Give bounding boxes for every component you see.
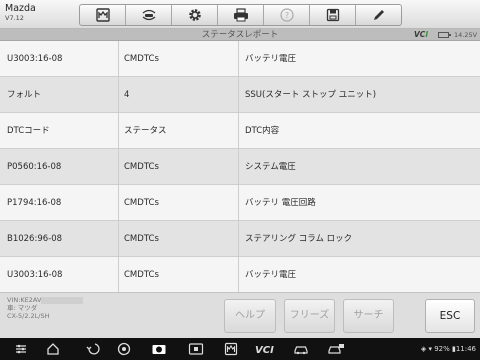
table-row: フォルト 4 SSU(スタート ストップ ユニット) [0, 77, 480, 113]
browser-icon[interactable] [115, 341, 133, 357]
status-report-table: U3003:16-08 CMDTCs バッテリ電圧 フォルト 4 SSU(スター… [0, 41, 480, 292]
table-cell: DTC内容 [245, 126, 280, 136]
save-icon [326, 8, 339, 22]
software-version: V7.12 [5, 14, 24, 22]
print-icon [233, 8, 248, 22]
search-button[interactable]: サーチ [343, 299, 394, 333]
table-cell: システム電圧 [245, 162, 296, 172]
home-button[interactable] [80, 5, 126, 25]
camera-icon[interactable] [150, 341, 168, 357]
table-cell: U3003:16-08 [7, 54, 63, 64]
page-title: ステータスレポート [201, 30, 279, 40]
save-button[interactable] [310, 5, 356, 25]
vci-status: VCI [414, 30, 428, 40]
screen-record-icon[interactable] [187, 341, 205, 357]
home-icon [95, 8, 110, 22]
table-cell: CMDTCs [124, 162, 159, 172]
vin-redacted [41, 296, 84, 304]
table-cell: 4 [124, 90, 130, 100]
table-cell: バッテリ 電圧回路 [245, 198, 316, 208]
table-cell: B1026:96-08 [7, 234, 63, 244]
help-button[interactable]: ヘルプ [224, 299, 276, 333]
car-scan-icon[interactable] [326, 341, 346, 357]
maxisys-icon[interactable] [222, 341, 240, 357]
vehicle-swap-button[interactable] [126, 5, 172, 25]
help-icon: ? [279, 8, 294, 22]
back-icon[interactable] [84, 341, 102, 357]
table-row: U3003:16-08 CMDTCs バッテリ電圧 [0, 41, 480, 77]
esc-button[interactable]: ESC [425, 299, 475, 333]
table-row: U3003:16-08 CMDTCs バッテリ電圧 [0, 257, 480, 292]
vci-icon[interactable]: VCI [254, 341, 278, 357]
table-cell: バッテリ電圧 [245, 54, 297, 64]
vehicle-swap-icon [142, 9, 155, 21]
help-button[interactable]: ? [264, 5, 310, 25]
table-cell: P0560:16-08 [7, 162, 62, 172]
table-cell: U3003:16-08 [7, 270, 63, 280]
table-cell: CMDTCs [124, 270, 159, 280]
table-cell: ステアリング コラム ロック [245, 234, 353, 244]
table-cell: ステータス [124, 126, 167, 136]
vin-label: VIN:KE2AV [7, 296, 42, 304]
system-status: ◈ ▾ 92% ▮11:46 [420, 345, 476, 353]
table-cell: CMDTCs [124, 198, 159, 208]
car-icon[interactable] [292, 341, 310, 357]
edit-button[interactable] [356, 5, 401, 25]
app-window: Mazda V7.12 ? ステータスレポート VCI 14.25V U3003… [0, 0, 480, 360]
edit-pen-icon [373, 10, 384, 20]
table-row: P0560:16-08 CMDTCs システム電圧 [0, 149, 480, 185]
freeze-button[interactable]: フリーズ [284, 299, 335, 333]
column-divider [118, 41, 119, 292]
title-bar: ステータスレポート VCI 14.25V [0, 29, 480, 41]
vehicle-info: VIN:KE2AV 車: マツダ CX-5/2.2L/SH [7, 296, 84, 320]
bottom-action-bar: VIN:KE2AV 車: マツダ CX-5/2.2L/SH ヘルプ フリーズ サ… [0, 292, 480, 338]
battery-icon [438, 32, 451, 38]
table-cell: SSU(スタート ストップ ユニット) [245, 90, 377, 100]
table-cell: CMDTCs [124, 234, 159, 244]
battery-voltage: 14.25V [454, 31, 478, 39]
svg-text:VCI: VCI [255, 345, 274, 355]
top-toolbar: ? [79, 4, 402, 26]
brand-block: Mazda V7.12 [5, 3, 36, 23]
table-cell: P1794:16-08 [7, 198, 62, 208]
table-cell: フォルト [7, 90, 42, 100]
table-cell: CMDTCs [124, 54, 159, 64]
vci-connected-mark: I [425, 30, 429, 39]
table-cell: バッテリ電圧 [245, 270, 297, 280]
top-header: Mazda V7.12 ? [0, 0, 480, 29]
svg-text:?: ? [284, 11, 288, 20]
table-row: P1794:16-08 CMDTCs バッテリ 電圧回路 [0, 185, 480, 221]
table-row: DTCコード ステータス DTC内容 [0, 113, 480, 149]
vehicle-maker: 車: マツダ [7, 304, 38, 312]
brand-name: Mazda [5, 3, 36, 14]
column-divider [238, 41, 239, 292]
settings-button[interactable] [172, 5, 218, 25]
settings-icon[interactable] [12, 341, 30, 357]
settings-gear-icon [188, 9, 201, 21]
table-cell: DTCコード [7, 126, 50, 136]
vehicle-model: CX-5/2.2L/SH [7, 312, 50, 320]
table-row: B1026:96-08 CMDTCs ステアリング コラム ロック [0, 221, 480, 257]
print-button[interactable] [218, 5, 264, 25]
vci-label: VC [414, 30, 426, 39]
home-icon[interactable] [44, 341, 62, 357]
android-nav-bar: VCI ◈ ▾ 92% ▮11:46 [0, 338, 480, 360]
